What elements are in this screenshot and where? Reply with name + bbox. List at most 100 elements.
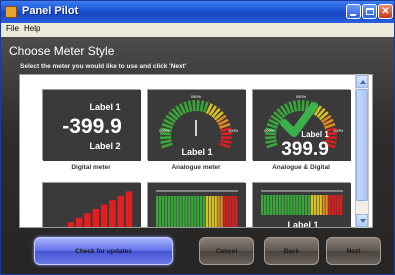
meter-tile-analogue[interactable]: 000% 050% 100% Label 1	[147, 89, 246, 161]
bar-segment	[75, 217, 83, 227]
menu-bar: File Help	[1, 23, 394, 37]
bar-segment	[117, 195, 124, 227]
bar-segment	[272, 195, 276, 215]
bar-segment	[202, 196, 206, 227]
cancel-button[interactable]: Cancel	[199, 237, 254, 265]
analogue-scale-mid: 050%	[191, 94, 202, 99]
bar-segment	[173, 196, 176, 227]
bar-segment	[84, 213, 91, 227]
bar-segment	[170, 196, 173, 227]
meter-tile-horizontal-bar[interactable]	[147, 182, 246, 227]
bar-segment	[290, 195, 293, 215]
bar-segment	[299, 195, 302, 215]
back-button[interactable]: Back	[264, 237, 319, 265]
bar-segment	[319, 195, 322, 215]
bar-segment	[232, 196, 235, 227]
bar-segment	[287, 195, 290, 215]
bar-segment	[325, 195, 328, 215]
instruction-text: Select the meter you would like to use a…	[20, 63, 187, 70]
bar-segment	[211, 196, 214, 227]
bar-segment	[302, 195, 305, 215]
bar-segment	[337, 195, 340, 215]
gauge-segment	[264, 136, 277, 140]
app-window: Panel Pilot ✕ File Help Choose Meter Sty…	[0, 0, 395, 275]
bar-segment	[188, 196, 191, 227]
minimize-icon	[350, 14, 356, 16]
bar-segment	[296, 195, 299, 215]
menu-file[interactable]: File	[6, 24, 19, 33]
gauge-segment	[192, 99, 196, 112]
bar-segment	[281, 195, 284, 215]
bar-segment	[293, 195, 296, 215]
next-button[interactable]: Next	[326, 237, 381, 265]
meter-tile-bar-graph[interactable]	[42, 182, 141, 227]
meter-caption-analogue: Analogue meter	[171, 164, 221, 171]
bar-segment	[125, 191, 133, 227]
app-icon	[5, 6, 17, 18]
digital-meter-preview: Label 1 -399.9 Label 2	[43, 90, 141, 161]
maximize-button[interactable]	[362, 4, 377, 19]
bar-segment	[191, 196, 194, 227]
bar-segment	[275, 195, 278, 215]
bar-segment	[328, 195, 331, 215]
title-bar[interactable]: Panel Pilot ✕	[1, 1, 394, 23]
analogue-scale-max: 100%	[228, 128, 239, 133]
meter-list-scrollbar[interactable]	[355, 74, 369, 228]
gauge-segment	[196, 99, 200, 112]
bar-segment	[214, 196, 217, 227]
bar-segment	[100, 204, 108, 227]
bar-segment	[156, 196, 159, 227]
close-icon: ✕	[381, 6, 390, 17]
bar-segment	[92, 209, 99, 227]
labelled-bar-preview: Label 1	[253, 183, 351, 228]
bar-segment	[316, 195, 319, 215]
bar-segment	[313, 195, 317, 215]
digital-label-2: Label 2	[89, 141, 120, 151]
bar-segment	[176, 196, 179, 227]
window-title: Panel Pilot	[22, 5, 79, 17]
bar-segment	[310, 195, 314, 215]
bar-segment	[208, 196, 212, 227]
combo-meter-label: Label 1	[301, 130, 329, 139]
gauge-segment	[297, 99, 301, 112]
bar-segment	[67, 222, 75, 227]
check-for-updates-button[interactable]: Check for updates	[34, 237, 173, 265]
bar-segment	[158, 196, 162, 227]
page-title: Choose Meter Style	[9, 44, 115, 58]
bar-segment	[226, 196, 229, 227]
bar-segment	[340, 195, 343, 215]
digital-label-1: Label 1	[89, 102, 120, 112]
bar-segment	[185, 196, 188, 227]
bar-segment	[331, 195, 334, 215]
combo-digital-value: 399.9	[281, 139, 329, 160]
labelled-bar-label: Label 1	[287, 220, 318, 228]
gauge-segment	[265, 131, 277, 136]
arrow-up-icon	[360, 80, 366, 84]
gauge-segment	[159, 136, 172, 140]
bar-segment	[304, 195, 308, 215]
bar-segment	[59, 226, 66, 227]
menu-help[interactable]: Help	[24, 24, 40, 33]
wizard-panel: Choose Meter Style Select the meter you …	[1, 37, 394, 274]
minimize-button[interactable]	[346, 4, 361, 19]
bar-segment	[334, 195, 337, 215]
bar-segment	[284, 195, 287, 215]
scroll-down-button[interactable]	[356, 214, 368, 227]
meter-tile-analogue-digital[interactable]: 000% 050% 100% Label 1 399.9	[252, 89, 351, 161]
close-button[interactable]: ✕	[378, 4, 393, 19]
arrow-down-icon	[360, 219, 366, 223]
bar-segment	[199, 196, 203, 227]
meter-tile-digital[interactable]: Label 1 -399.9 Label 2	[42, 89, 141, 161]
bar-segment	[161, 196, 165, 227]
bar-segment	[217, 196, 220, 227]
scroll-thumb[interactable]	[356, 89, 368, 201]
gauge-segment	[220, 131, 232, 136]
bar-segment	[307, 195, 311, 215]
gauge-segment	[220, 136, 233, 140]
bar-segment	[263, 195, 267, 215]
scroll-up-button[interactable]	[356, 75, 368, 88]
analogue-meter-preview: 000% 050% 100% Label 1	[148, 90, 246, 161]
meter-caption-digital: Digital meter	[71, 164, 111, 171]
gauge-segment	[160, 131, 172, 136]
meter-tile-labelled-bar[interactable]: Label 1	[252, 182, 351, 228]
